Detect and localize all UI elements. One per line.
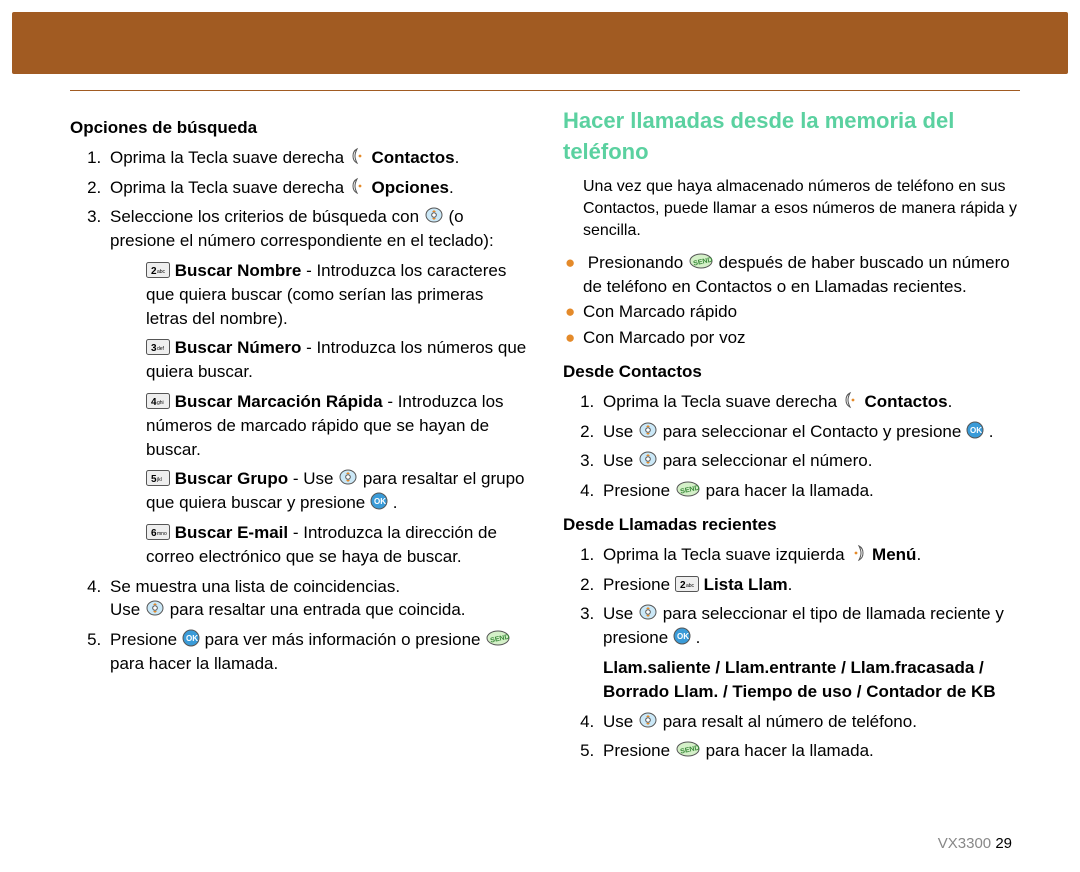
send-key-icon: SEND: [485, 629, 511, 647]
nav-key-icon: [638, 450, 658, 468]
nav-key-icon: [638, 421, 658, 439]
key-3-icon: 3def: [146, 339, 170, 355]
key-2-icon: 2abc: [675, 576, 699, 592]
send-key-icon: SEND: [675, 740, 701, 758]
svg-text:abc: abc: [157, 269, 166, 275]
list-item: Presione SEND para hacer la llamada.: [599, 479, 1020, 503]
list-item: Oprima la Tecla suave derecha Contactos.: [106, 146, 527, 170]
ok-key-icon: OK: [673, 627, 691, 645]
key-4-icon: 4ghi: [146, 393, 170, 409]
list-item: 5jkl Buscar Grupo - Use para resaltar el…: [146, 467, 527, 515]
bullets: Presionando SEND después de haber buscad…: [563, 251, 1020, 350]
svg-text:OK: OK: [970, 426, 982, 435]
list-item: Seleccione los criterios de búsqueda con…: [106, 205, 527, 568]
key-5-icon: 5jkl: [146, 470, 170, 486]
list-item: Presionando SEND después de haber buscad…: [583, 251, 1020, 299]
list-item: Use para seleccionar el número.: [599, 449, 1020, 473]
svg-text:OK: OK: [186, 634, 198, 643]
svg-text:ghi: ghi: [157, 400, 164, 406]
send-key-icon: SEND: [688, 252, 714, 270]
nav-key-icon: [638, 603, 658, 621]
softkey-right-icon: [349, 177, 367, 195]
svg-text:OK: OK: [677, 632, 689, 641]
model-number: VX3300: [938, 835, 991, 852]
left-steps: Oprima la Tecla suave derecha Contactos.…: [70, 146, 527, 676]
left-column: Opciones de búsqueda Oprima la Tecla sua…: [70, 106, 527, 832]
right-intro: Una vez que haya almacenado números de t…: [583, 176, 1020, 243]
nav-key-icon: [424, 206, 444, 224]
nav-key-icon: [145, 599, 165, 617]
list-item: Oprima la Tecla suave derecha Contactos.: [599, 390, 1020, 414]
list-item: Oprima la Tecla suave derecha Opciones.: [106, 176, 527, 200]
ok-key-icon: OK: [182, 629, 200, 647]
recientes-steps: Oprima la Tecla suave izquierda Menú. Pr…: [563, 543, 1020, 763]
svg-text:mno: mno: [157, 531, 167, 537]
nav-key-icon: [638, 711, 658, 729]
search-options: 2abc Buscar Nombre - Introduzca los cara…: [110, 259, 527, 569]
contactos-steps: Oprima la Tecla suave derecha Contactos.…: [563, 390, 1020, 503]
list-item: Presione OK para ver más información o p…: [106, 628, 527, 676]
sub-desde-contactos: Desde Contactos: [563, 360, 1020, 384]
list-item: Use para resalt al número de teléfono.: [599, 710, 1020, 734]
call-types: Llam.saliente / Llam.entrante / Llam.fra…: [603, 656, 1020, 704]
list-item: 3def Buscar Número - Introduzca los núme…: [146, 336, 527, 384]
ok-key-icon: OK: [966, 421, 984, 439]
softkey-left-icon: [849, 544, 867, 562]
list-item: Oprima la Tecla suave izquierda Menú.: [599, 543, 1020, 567]
list-item: Use para seleccionar el tipo de llamada …: [599, 602, 1020, 703]
key-6-icon: 6mno: [146, 524, 170, 540]
list-item: Presione 2abc Lista Llam.: [599, 573, 1020, 597]
nav-key-icon: [338, 468, 358, 486]
svg-text:def: def: [157, 346, 165, 352]
svg-text:abc: abc: [686, 583, 695, 589]
list-item: Se muestra una lista de coincidencias. U…: [106, 575, 527, 623]
list-item: Con Marcado rápido: [583, 300, 1020, 324]
softkey-right-icon: [842, 391, 860, 409]
right-title: Hacer llamadas desde la memoria del telé…: [563, 106, 1020, 168]
list-item: Con Marcado por voz: [583, 326, 1020, 350]
ok-key-icon: OK: [370, 492, 388, 510]
list-item: 6mno Buscar E-mail - Introduzca la direc…: [146, 521, 527, 569]
right-column: Hacer llamadas desde la memoria del telé…: [563, 106, 1020, 832]
list-item: 4ghi Buscar Marcación Rápida - Introduzc…: [146, 390, 527, 461]
key-2-icon: 2abc: [146, 262, 170, 278]
header-rule: [70, 90, 1020, 91]
send-key-icon: SEND: [675, 480, 701, 498]
list-item: Presione SEND para hacer la llamada.: [599, 739, 1020, 763]
svg-text:jkl: jkl: [156, 477, 162, 483]
list-item: 2abc Buscar Nombre - Introduzca los cara…: [146, 259, 527, 330]
left-heading: Opciones de búsqueda: [70, 116, 527, 140]
svg-text:OK: OK: [374, 497, 386, 506]
page-number: 29: [995, 835, 1012, 852]
page-content: Opciones de búsqueda Oprima la Tecla sua…: [70, 106, 1020, 832]
list-item: Use para seleccionar el Contacto y presi…: [599, 420, 1020, 444]
softkey-right-icon: [349, 147, 367, 165]
page-footer: VX3300 29: [938, 833, 1012, 854]
sub-llamadas-recientes: Desde Llamadas recientes: [563, 513, 1020, 537]
header-bar: [12, 12, 1068, 74]
